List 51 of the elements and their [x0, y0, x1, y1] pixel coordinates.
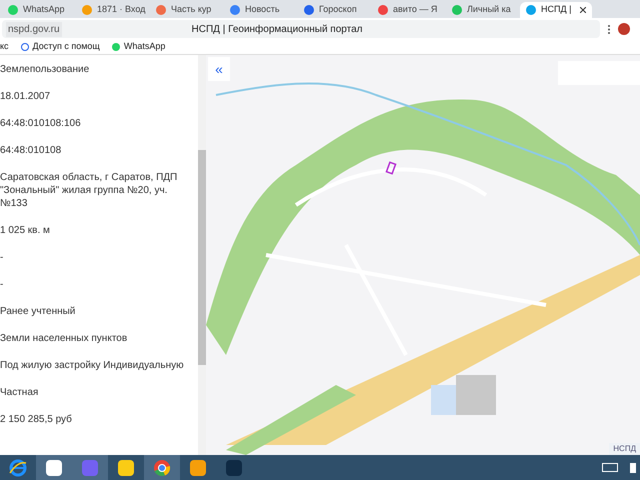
taskbar-app[interactable]: [144, 455, 180, 480]
page-title: НСПД | Геоинформационный портал: [192, 22, 362, 36]
app-icon: [82, 460, 98, 476]
app-icon: [118, 460, 134, 476]
site-icon: [378, 5, 388, 15]
field-value: 2 150 285,5 руб: [0, 413, 73, 426]
field-value: 1 025 кв. м: [0, 224, 51, 237]
collapse-button[interactable]: «: [208, 57, 230, 81]
app-icon: [46, 460, 62, 476]
profile-icon[interactable]: [618, 23, 630, 35]
browser-tab[interactable]: НСПД |: [520, 2, 592, 18]
site-icon: [230, 5, 240, 15]
field-value: 18.01.2007: [0, 90, 52, 103]
field-value: -: [0, 278, 4, 291]
site-icon: [82, 5, 92, 15]
field-value: Ранее учтенный: [0, 305, 76, 318]
letter-e-icon: [9, 458, 27, 476]
bookmark[interactable]: Доступ с помощ: [20, 40, 100, 54]
bookmark[interactable]: кс: [0, 40, 9, 54]
field-value: -: [0, 251, 4, 264]
field-value: Землепользование: [0, 63, 90, 76]
bookmark[interactable]: WhatsApp: [112, 40, 166, 54]
browser-tab[interactable]: Гороскоп: [298, 2, 370, 18]
site-icon: [8, 5, 18, 15]
map-attribution: НСПД: [609, 443, 640, 455]
site-icon: [452, 5, 462, 15]
browser-tab[interactable]: авито — Я: [372, 2, 444, 18]
site-icon: [156, 5, 166, 15]
field-value: Саратовская область, г Саратов, ПДП "Зональный" жилая группа №20, уч.№133: [0, 171, 178, 210]
browser-tab[interactable]: WhatsApp: [2, 2, 74, 18]
site-icon: [526, 5, 536, 15]
site-icon: [304, 5, 314, 15]
field-value: 64:48:010108: [0, 144, 62, 157]
taskbar-app[interactable]: [36, 455, 72, 480]
keyboard-icon[interactable]: [602, 463, 618, 472]
app-icon: [190, 460, 206, 476]
browser-tab[interactable]: 1871 · Вход: [76, 2, 148, 18]
browser-tab[interactable]: Новость: [224, 2, 296, 18]
app-icon: [226, 460, 242, 476]
address-bar[interactable]: nspd.gov.ru НСПД | Геоинформационный портал: [2, 20, 600, 38]
url-text: nspd.gov.ru: [6, 22, 62, 36]
field-value: 64:48:010108:106: [0, 117, 82, 130]
field-value: Под жилую застройку Индивидуальную: [0, 359, 185, 372]
browser-tab[interactable]: Часть кур: [150, 2, 222, 18]
field-value: Частная: [0, 386, 40, 399]
browser-tab[interactable]: Личный ка: [446, 2, 518, 18]
browser-icon: [153, 458, 171, 476]
field-value: Земли населенных пунктов: [0, 332, 128, 345]
close-icon[interactable]: [580, 7, 586, 13]
chat-icon: [112, 43, 120, 51]
scrollbar-thumb[interactable]: [198, 150, 206, 365]
